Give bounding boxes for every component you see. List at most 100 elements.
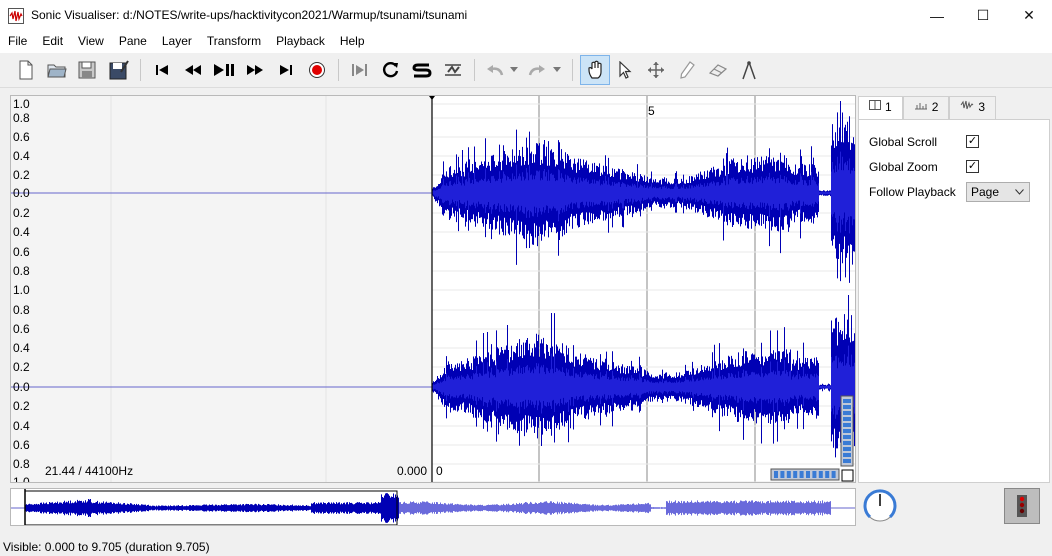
loop-button[interactable] <box>377 56 405 84</box>
channel-2-amplitude-label: 0.8 <box>13 303 30 317</box>
channel-2-amplitude-label: 0.6 <box>13 322 30 336</box>
menu-layer[interactable]: Layer <box>154 31 199 53</box>
zero-label: 0 <box>436 464 443 478</box>
channel-2-amplitude-label: 1.0 <box>13 475 30 483</box>
tab-pane-1[interactable]: 1 <box>858 96 903 120</box>
open-button[interactable] <box>43 56 71 84</box>
channel-2-amplitude-label: 0.6 <box>13 438 30 452</box>
sonic-visualiser-app-icon <box>8 8 24 24</box>
status-bar: Visible: 0.000 to 9.705 (duration 9.705) <box>3 540 210 554</box>
playback-speed-dial[interactable] <box>862 488 898 524</box>
speed-dial-icon <box>863 489 897 522</box>
save-icon <box>78 61 96 79</box>
rewind-start-icon <box>156 65 168 75</box>
move-tool-button[interactable] <box>642 56 670 84</box>
record-button[interactable] <box>303 56 331 84</box>
thumbwheel-notch <box>812 471 817 478</box>
channel-1-amplitude-label: 0.4 <box>13 149 30 163</box>
solo-icon <box>412 63 432 78</box>
menu-edit[interactable]: Edit <box>34 31 70 53</box>
navigate-tool-button[interactable] <box>580 55 610 85</box>
waveform-icon <box>960 100 974 110</box>
vertical-zoom-ticks <box>843 399 851 463</box>
channel-1-amplitude-label: 0.2 <box>13 168 30 182</box>
menu-transform[interactable]: Transform <box>199 31 268 53</box>
play-pause-button[interactable] <box>210 56 238 84</box>
tab-pane-2[interactable]: 2 <box>902 96 950 119</box>
skip-end-icon <box>280 65 292 75</box>
select-tool-button[interactable] <box>611 56 639 84</box>
time-marker-label: 5 <box>648 104 655 118</box>
zoom-reset-button[interactable] <box>841 469 854 482</box>
new-file-button[interactable] <box>12 56 40 84</box>
thumbwheel-notch <box>843 447 851 451</box>
overview-waveform[interactable] <box>11 489 856 526</box>
minimize-icon: — <box>930 7 944 24</box>
play-selection-icon <box>352 64 367 76</box>
follow-playback-button[interactable] <box>439 56 467 84</box>
follow-playback-label: Follow Playback <box>869 185 956 199</box>
menu-help[interactable]: Help <box>332 31 372 53</box>
fast-forward-button[interactable] <box>241 56 269 84</box>
global-zoom-checkbox[interactable]: ✓ <box>966 160 979 173</box>
menu-pane[interactable]: Pane <box>111 31 154 53</box>
move-icon <box>648 62 664 78</box>
check-icon: ✓ <box>967 160 978 172</box>
tab-pane-3[interactable]: 3 <box>949 96 997 119</box>
close-button[interactable]: ✕ <box>1006 0 1052 31</box>
thumbwheel-notch <box>843 453 851 457</box>
channel-1-amplitude-label: 0.8 <box>13 264 30 278</box>
chevron-down-icon <box>1015 189 1024 195</box>
global-scroll-checkbox[interactable]: ✓ <box>966 135 979 148</box>
menu-playback[interactable]: Playback <box>268 31 332 53</box>
chevron-down-icon <box>510 67 518 72</box>
skip-end-button[interactable] <box>272 56 300 84</box>
undo-dropdown-button[interactable] <box>506 56 522 84</box>
rewind-start-button[interactable] <box>148 56 176 84</box>
undo-icon <box>487 65 504 76</box>
minimize-button[interactable]: — <box>914 0 960 31</box>
maximize-button[interactable]: ☐ <box>960 0 1006 31</box>
loop-icon <box>382 61 399 78</box>
save-button[interactable] <box>73 56 101 84</box>
menu-file[interactable]: File <box>0 31 34 53</box>
record-icon <box>309 62 325 78</box>
amplitude-grid <box>432 103 855 482</box>
pencil-icon <box>680 61 695 79</box>
play-pause-icon <box>214 64 234 76</box>
tab-label: 3 <box>978 100 986 114</box>
output-level-meter[interactable] <box>1004 488 1040 524</box>
undo-button[interactable] <box>481 56 509 84</box>
solo-button[interactable] <box>408 56 436 84</box>
save-as-button[interactable] <box>105 56 133 84</box>
thumbwheel-notch <box>843 441 851 445</box>
measure-tool-button[interactable] <box>735 56 763 84</box>
redo-button[interactable] <box>523 56 551 84</box>
measure-icon <box>742 61 756 80</box>
overview-visible-waveform <box>25 493 399 523</box>
waveform-pane[interactable]: 1.0 0.8 0.6 0.4 0.2 0.0 0.2 0.4 0.6 0.8 1.0 0.8 0.6 0… <box>10 95 856 483</box>
redo-dropdown-button[interactable] <box>549 56 565 84</box>
channel-2-amplitude-label: 0.8 <box>13 457 30 471</box>
thumbwheel-notch <box>825 471 830 478</box>
draw-tool-button[interactable] <box>673 56 701 84</box>
play-selection-button[interactable] <box>346 56 374 84</box>
menu-view[interactable]: View <box>70 31 111 53</box>
overview-pane[interactable] <box>10 488 856 526</box>
pre-start-region <box>11 96 432 482</box>
tab-label: 1 <box>885 100 892 114</box>
channel-1-amplitude-label: 0.2 <box>13 206 30 220</box>
channel-2-amplitude-label: 0.2 <box>13 360 30 374</box>
thumbwheel-notch <box>843 423 851 427</box>
waveform-view[interactable]: 1.00.80.60.40.20.00.20.40.60.81.00.80.60… <box>11 96 856 483</box>
follow-playback-select[interactable]: Page <box>966 182 1030 202</box>
channel-1-amplitude-label: 0.0 <box>13 186 30 200</box>
thumbwheel-notch <box>843 411 851 415</box>
rewind-button[interactable] <box>179 56 207 84</box>
erase-tool-button[interactable] <box>704 56 732 84</box>
channel-2-amplitude-label: 0.2 <box>13 399 30 413</box>
overview-rest-waveform <box>399 500 831 516</box>
redo-icon <box>528 65 545 76</box>
toolbar-separator <box>572 59 573 81</box>
channel-1-amplitude-label: 1.0 <box>13 97 30 111</box>
